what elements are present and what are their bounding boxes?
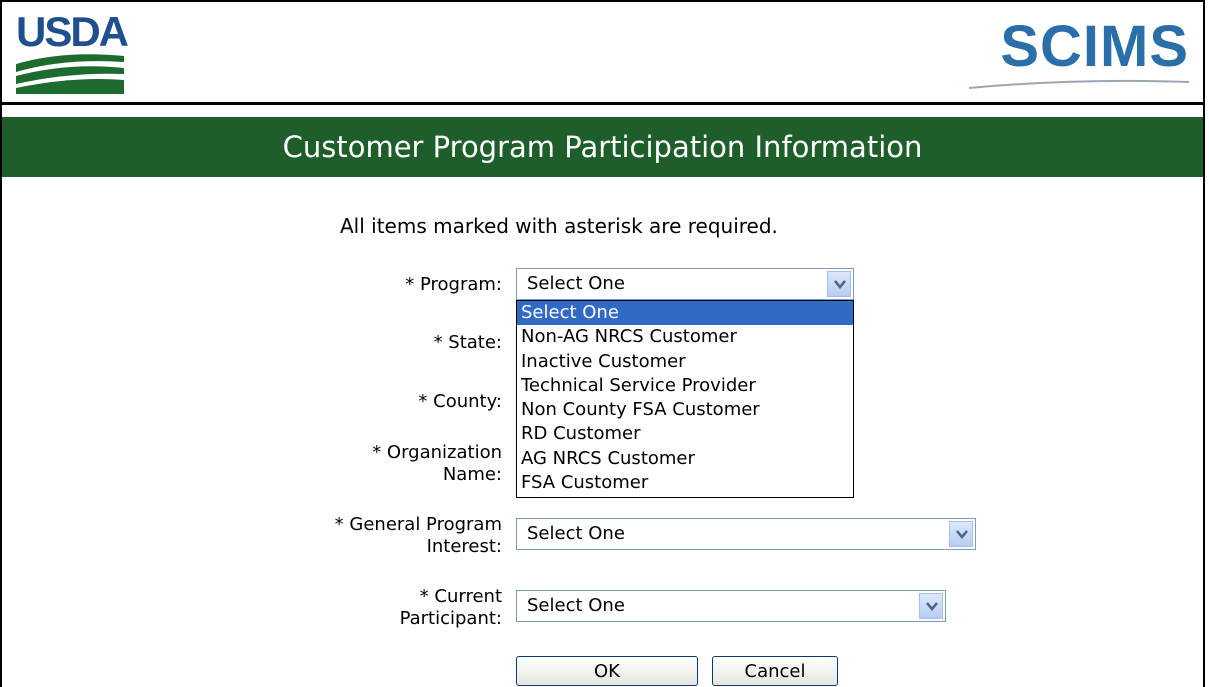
- program-option[interactable]: Non-AG NRCS Customer: [517, 325, 853, 349]
- general-program-interest-label: * General Program Interest:: [260, 514, 502, 558]
- program-dropdown-list[interactable]: Select One Non-AG NRCS Customer Inactive…: [516, 300, 854, 498]
- current-select-value: Select One: [527, 595, 625, 616]
- program-select[interactable]: Select One: [516, 268, 854, 300]
- program-label: * Program:: [405, 274, 502, 295]
- cancel-button[interactable]: Cancel: [712, 656, 838, 686]
- state-label: * State:: [433, 332, 502, 353]
- usda-logo: USDA: [14, 10, 134, 95]
- general-select-value: Select One: [527, 523, 625, 544]
- program-option[interactable]: Select One: [517, 301, 853, 326]
- general-label-line2: Interest:: [426, 536, 502, 557]
- usda-field-icon: [16, 54, 124, 94]
- ok-button[interactable]: OK: [516, 656, 698, 686]
- program-option[interactable]: AG NRCS Customer: [517, 447, 853, 471]
- scims-logo: SCIMS: [957, 8, 1197, 98]
- county-label: * County:: [418, 391, 502, 412]
- current-label-line2: Participant:: [399, 608, 502, 629]
- current-label-line1: * Current: [419, 586, 502, 607]
- scims-swoosh-icon: [969, 79, 1189, 89]
- header-rule: [2, 102, 1203, 105]
- current-select-arrow[interactable]: [919, 593, 943, 619]
- chevron-down-icon: [834, 280, 846, 289]
- organization-label-line2: Name:: [442, 464, 502, 485]
- program-option[interactable]: RD Customer: [517, 422, 853, 446]
- chevron-down-icon: [926, 602, 938, 611]
- page-title-banner: Customer Program Participation Informati…: [2, 117, 1203, 177]
- program-option[interactable]: Inactive Customer: [517, 350, 853, 374]
- general-label-line1: * General Program: [334, 514, 502, 535]
- scims-logo-text: SCIMS: [1000, 14, 1189, 79]
- current-participant-label: * Current Participant:: [300, 586, 502, 630]
- general-select-arrow[interactable]: [949, 521, 973, 547]
- organization-name-label: * Organization Name:: [300, 442, 502, 486]
- program-select-arrow[interactable]: [827, 271, 851, 297]
- general-program-interest-select[interactable]: Select One: [516, 518, 976, 550]
- program-select-value: Select One: [527, 273, 625, 294]
- chevron-down-icon: [956, 530, 968, 539]
- current-participant-select[interactable]: Select One: [516, 590, 946, 622]
- usda-logo-text: USDA: [16, 8, 129, 55]
- required-note: All items marked with asterisk are requi…: [340, 214, 778, 238]
- program-option[interactable]: Non County FSA Customer: [517, 398, 853, 422]
- program-option[interactable]: FSA Customer: [517, 471, 853, 495]
- program-option[interactable]: Technical Service Provider: [517, 374, 853, 398]
- organization-label-line1: * Organization: [372, 442, 502, 463]
